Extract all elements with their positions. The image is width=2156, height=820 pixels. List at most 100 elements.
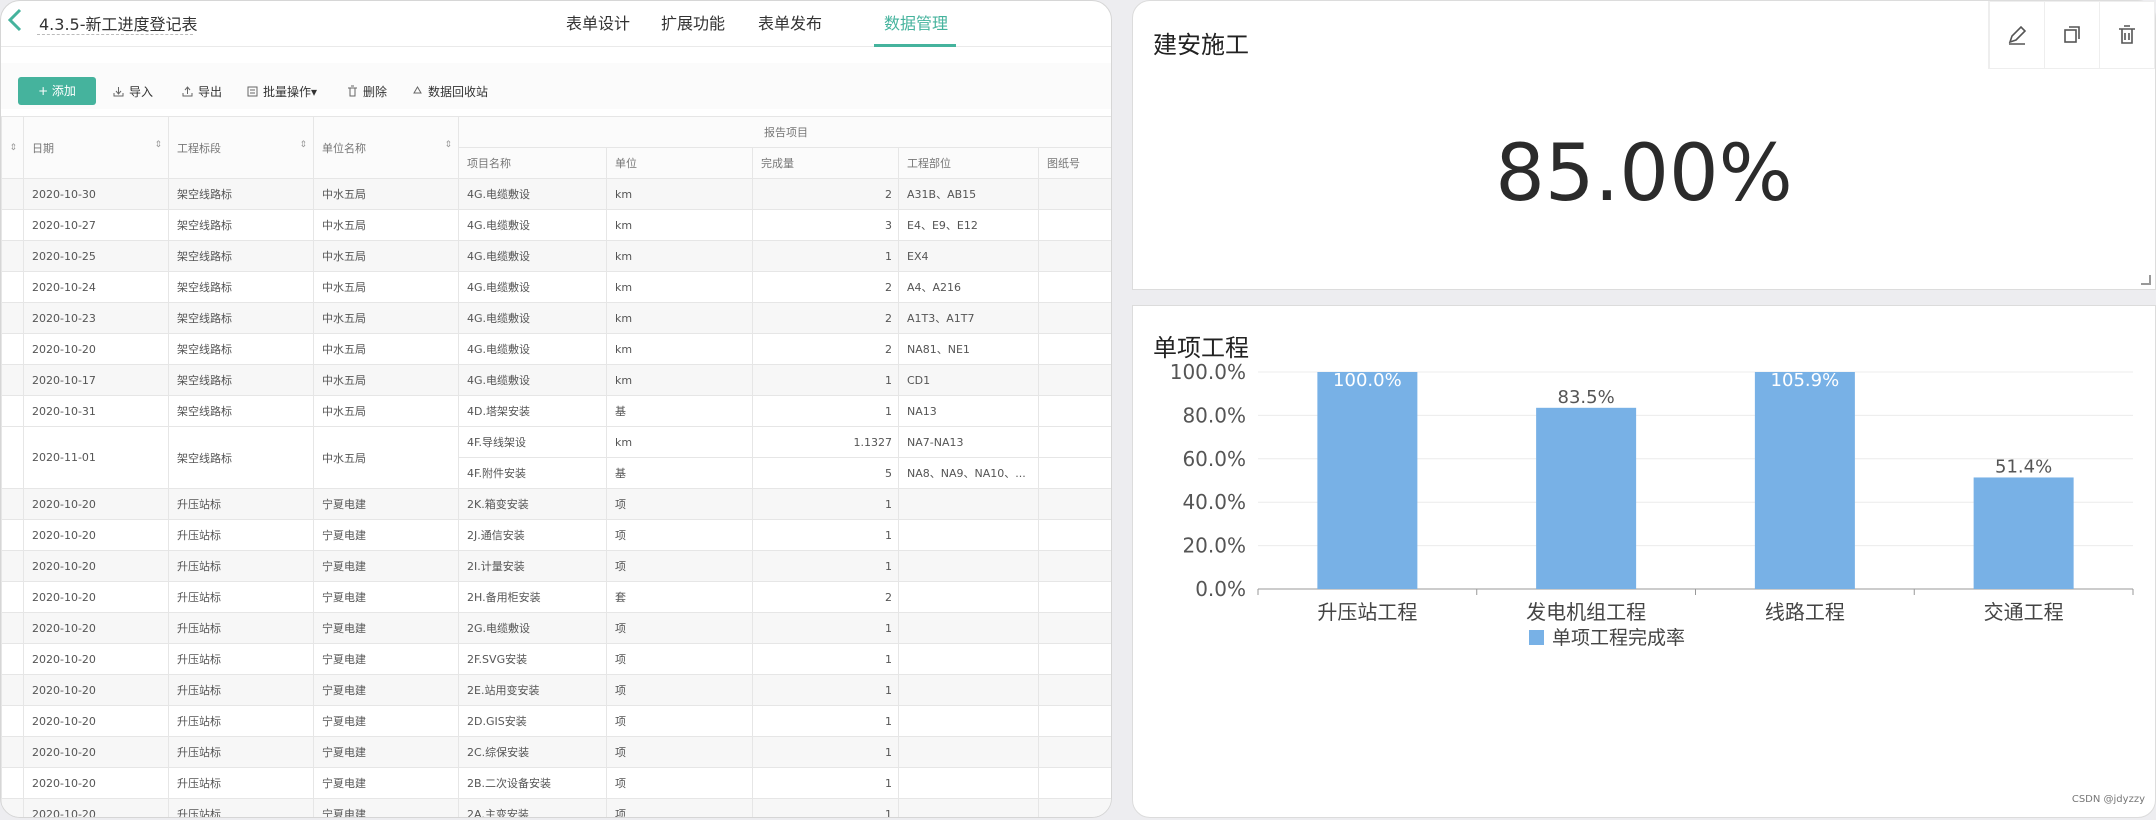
row-selector[interactable] bbox=[1, 798, 24, 817]
row-selector[interactable] bbox=[1, 302, 24, 334]
col-header-drawing[interactable]: 图纸号 bbox=[1038, 147, 1111, 179]
table-cell: 1 bbox=[752, 798, 899, 817]
table-cell: 升压站标 bbox=[168, 798, 314, 817]
edit-icon[interactable] bbox=[1989, 2, 2044, 68]
row-selector[interactable] bbox=[1, 488, 24, 520]
table-row[interactable]: 2020-10-20 升压站标 宁夏电建 2I.计量安装项 1 bbox=[1, 550, 1111, 582]
table-row[interactable]: 2020-10-20 升压站标 宁夏电建 2A.主变安装项 1 bbox=[1, 798, 1111, 817]
table-cell bbox=[1038, 457, 1111, 489]
table-cell bbox=[898, 736, 1039, 768]
table-cell: EX4 bbox=[898, 240, 1039, 272]
batch-operation-button[interactable]: 批量操作▾ bbox=[246, 83, 317, 100]
table-cell: 2A.主变安装 bbox=[458, 798, 607, 817]
import-icon bbox=[113, 87, 124, 97]
table-cell bbox=[1038, 395, 1111, 427]
row-selector[interactable] bbox=[1, 178, 24, 210]
row-selector[interactable] bbox=[1, 426, 24, 489]
table-row[interactable]: 2020-10-20 升压站标 宁夏电建 2G.电缆敷设项 1 bbox=[1, 612, 1111, 644]
row-selector[interactable] bbox=[1, 333, 24, 365]
table-row[interactable]: 2020-10-27 架空线路标 中水五局 4G.电缆敷设 km 3 E4、E9、E12 bbox=[1, 209, 1111, 241]
tab-form-design[interactable]: 表单设计 bbox=[566, 10, 630, 34]
kpi-card[interactable]: 建安施工 85.00% bbox=[1132, 0, 2156, 290]
row-selector[interactable] bbox=[1, 767, 24, 799]
col-header-item[interactable]: 项目名称 bbox=[458, 147, 607, 179]
table-cell: 2020-10-20 bbox=[23, 674, 169, 706]
col-header-quantity[interactable]: 完成量 bbox=[752, 147, 899, 179]
table-row[interactable]: 2020-10-25 架空线路标 中水五局 4G.电缆敷设 km 1 EX4 bbox=[1, 240, 1111, 272]
table-row[interactable]: 2020-10-31 架空线路标 中水五局 4D.塔架安装基 1 NA13 bbox=[1, 395, 1111, 427]
row-selector[interactable] bbox=[1, 643, 24, 675]
table-cell: NA7-NA13 bbox=[898, 426, 1039, 458]
table-cell: 升压站标 bbox=[168, 612, 314, 644]
col-header-section[interactable]: 工程标段 ⇕ bbox=[168, 116, 314, 179]
row-selector[interactable] bbox=[1, 240, 24, 272]
table-cell: NA8、NA9、NA10、... bbox=[898, 457, 1039, 489]
table-cell bbox=[898, 767, 1039, 799]
row-selector[interactable] bbox=[1, 209, 24, 241]
back-arrow-icon[interactable] bbox=[5, 7, 27, 33]
row-selector[interactable] bbox=[1, 705, 24, 737]
table-row[interactable]: 2020-10-23 架空线路标 中水五局 4G.电缆敷设 km 2 A1T3、A1T7 bbox=[1, 302, 1111, 334]
x-tick-label: 线路工程 bbox=[1765, 600, 1845, 624]
chart-card[interactable]: 单项工程 0.0% 20.0% 40.0% 60.0% 80.0% 100.0% 100.0… bbox=[1132, 305, 2156, 818]
table-row[interactable]: 2020-10-20 升压站标 宁夏电建 2K.箱变安装项 1 bbox=[1, 488, 1111, 520]
table-row[interactable]: 2020-10-17 架空线路标 中水五局 4G.电缆敷设 km 1 CD1 bbox=[1, 364, 1111, 396]
table-cell: km bbox=[606, 302, 753, 334]
tab-form-publish[interactable]: 表单发布 bbox=[758, 10, 822, 34]
table-row[interactable]: 2020-10-30 架空线路标 中水五局 4G.电缆敷设 km 2 A31B、AB15 bbox=[1, 178, 1111, 210]
table-row[interactable]: 2020-10-20 升压站标 宁夏电建 2J.通信安装项 1 bbox=[1, 519, 1111, 551]
row-selector-header: ⇕ bbox=[1, 116, 24, 179]
table-row[interactable]: 2020-10-20 升压站标 宁夏电建 2E.站用变安装项 1 bbox=[1, 674, 1111, 706]
resize-handle-icon[interactable] bbox=[2141, 275, 2151, 285]
row-selector[interactable] bbox=[1, 612, 24, 644]
delete-button[interactable]: 删除 bbox=[346, 83, 387, 100]
table-cell: 2020-10-20 bbox=[23, 612, 169, 644]
row-selector[interactable] bbox=[1, 674, 24, 706]
data-label: 51.4% bbox=[1995, 456, 2052, 477]
col-header-date[interactable]: 日期 ⇕ bbox=[23, 116, 169, 179]
table-cell: A4、A216 bbox=[898, 271, 1039, 303]
row-selector[interactable] bbox=[1, 364, 24, 396]
table-row[interactable]: 2020-10-20 架空线路标 中水五局 4G.电缆敷设 km 2 NA81、NE1 bbox=[1, 333, 1111, 365]
kpi-value: 85.00% bbox=[1495, 129, 1793, 219]
row-selector[interactable] bbox=[1, 581, 24, 613]
table-row[interactable]: 2020-10-20 升压站标 宁夏电建 2C.综保安装项 1 bbox=[1, 736, 1111, 768]
table-cell: 基 bbox=[606, 395, 753, 427]
col-header-unit-name[interactable]: 单位名称 ⇕ bbox=[313, 116, 459, 179]
table-cell: 4D.塔架安装 bbox=[458, 395, 607, 427]
table-cell: 1 bbox=[752, 705, 899, 737]
table-cell bbox=[1038, 581, 1111, 613]
table-cell: 升压站标 bbox=[168, 550, 314, 582]
col-header-measure[interactable]: 单位 bbox=[606, 147, 753, 179]
delete-icon[interactable] bbox=[2099, 2, 2154, 68]
row-selector[interactable] bbox=[1, 395, 24, 427]
row-selector[interactable] bbox=[1, 550, 24, 582]
import-button[interactable]: 导入 bbox=[112, 83, 153, 100]
copy-icon[interactable] bbox=[2044, 2, 2099, 68]
table-row[interactable]: 2020-11-01 架空线路标 中水五局 4F.导线架设 km 1.1327 NA7-NA… bbox=[1, 426, 1111, 489]
bar bbox=[1536, 407, 1637, 589]
row-selector[interactable] bbox=[1, 519, 24, 551]
table-cell: 3 bbox=[752, 209, 899, 241]
table-cell: 宁夏电建 bbox=[313, 705, 459, 737]
table-row[interactable]: 2020-10-20 升压站标 宁夏电建 2D.GIS安装项 1 bbox=[1, 705, 1111, 737]
data-table-container[interactable]: ⇕ 日期 ⇕ 工程标段 ⇕ 单位名称 ⇕ 报告项目 项目名称 单位 完成量 工程部位 … bbox=[1, 116, 1111, 817]
table-cell bbox=[1038, 674, 1111, 706]
export-button[interactable]: 导出 bbox=[181, 83, 222, 100]
table-row[interactable]: 2020-10-20 升压站标 宁夏电建 2B.二次设备安装项 1 bbox=[1, 767, 1111, 799]
table-cell bbox=[1038, 736, 1111, 768]
table-cell bbox=[1038, 209, 1111, 241]
row-selector[interactable] bbox=[1, 271, 24, 303]
tab-data-management[interactable]: 数据管理 bbox=[884, 10, 948, 34]
col-header-part[interactable]: 工程部位 bbox=[898, 147, 1039, 179]
table-cell: 宁夏电建 bbox=[313, 767, 459, 799]
table-cell: 升压站标 bbox=[168, 767, 314, 799]
tab-extensions[interactable]: 扩展功能 bbox=[661, 10, 725, 34]
table-row[interactable]: 2020-10-20 升压站标 宁夏电建 2H.备用柜安装套 2 bbox=[1, 581, 1111, 613]
add-button[interactable]: + 添加 bbox=[18, 77, 96, 105]
recycle-bin-button[interactable]: 数据回收站 bbox=[411, 83, 488, 100]
table-row[interactable]: 2020-10-20 升压站标 宁夏电建 2F.SVG安装项 1 bbox=[1, 643, 1111, 675]
table-row[interactable]: 2020-10-24 架空线路标 中水五局 4G.电缆敷设 km 2 A4、A216 bbox=[1, 271, 1111, 303]
table-cell: 1 bbox=[752, 736, 899, 768]
row-selector[interactable] bbox=[1, 736, 24, 768]
